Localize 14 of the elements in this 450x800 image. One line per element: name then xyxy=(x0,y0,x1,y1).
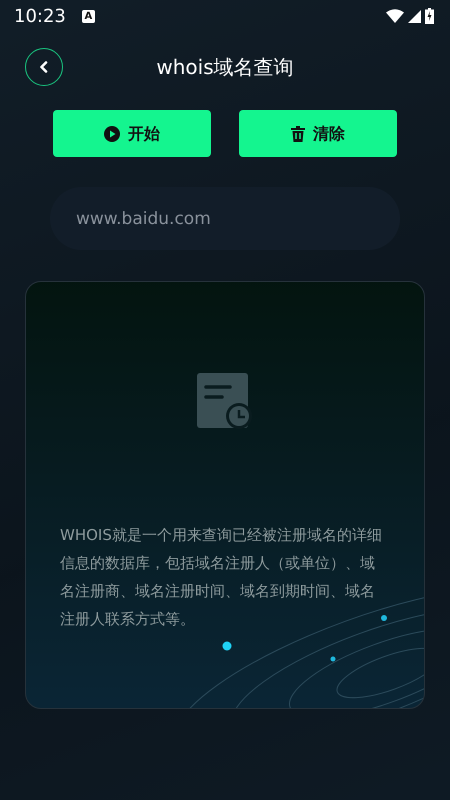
whois-description: WHOIS就是一个用来查询已经被注册域名的详细信息的数据库，包括域名注册人（或单位）、域名注册商、域名注册时间、域名到期时间、域名注册人联系方式等。 xyxy=(60,525,383,630)
page-title: whois域名查询 xyxy=(156,55,294,79)
domain-input-field[interactable]: www.baidu.com xyxy=(50,187,400,250)
battery-icon xyxy=(425,8,434,24)
back-button[interactable] xyxy=(25,48,63,86)
clock-time: 10:23 xyxy=(14,4,66,28)
back-icon xyxy=(39,61,49,73)
clear-button[interactable]: 清除 xyxy=(239,110,397,157)
trash-icon xyxy=(291,126,305,142)
play-icon xyxy=(104,126,120,142)
start-button[interactable]: 开始 xyxy=(53,110,211,157)
notification-icon: A xyxy=(82,10,95,22)
signal-icon xyxy=(408,10,421,22)
wifi-icon xyxy=(386,9,404,23)
